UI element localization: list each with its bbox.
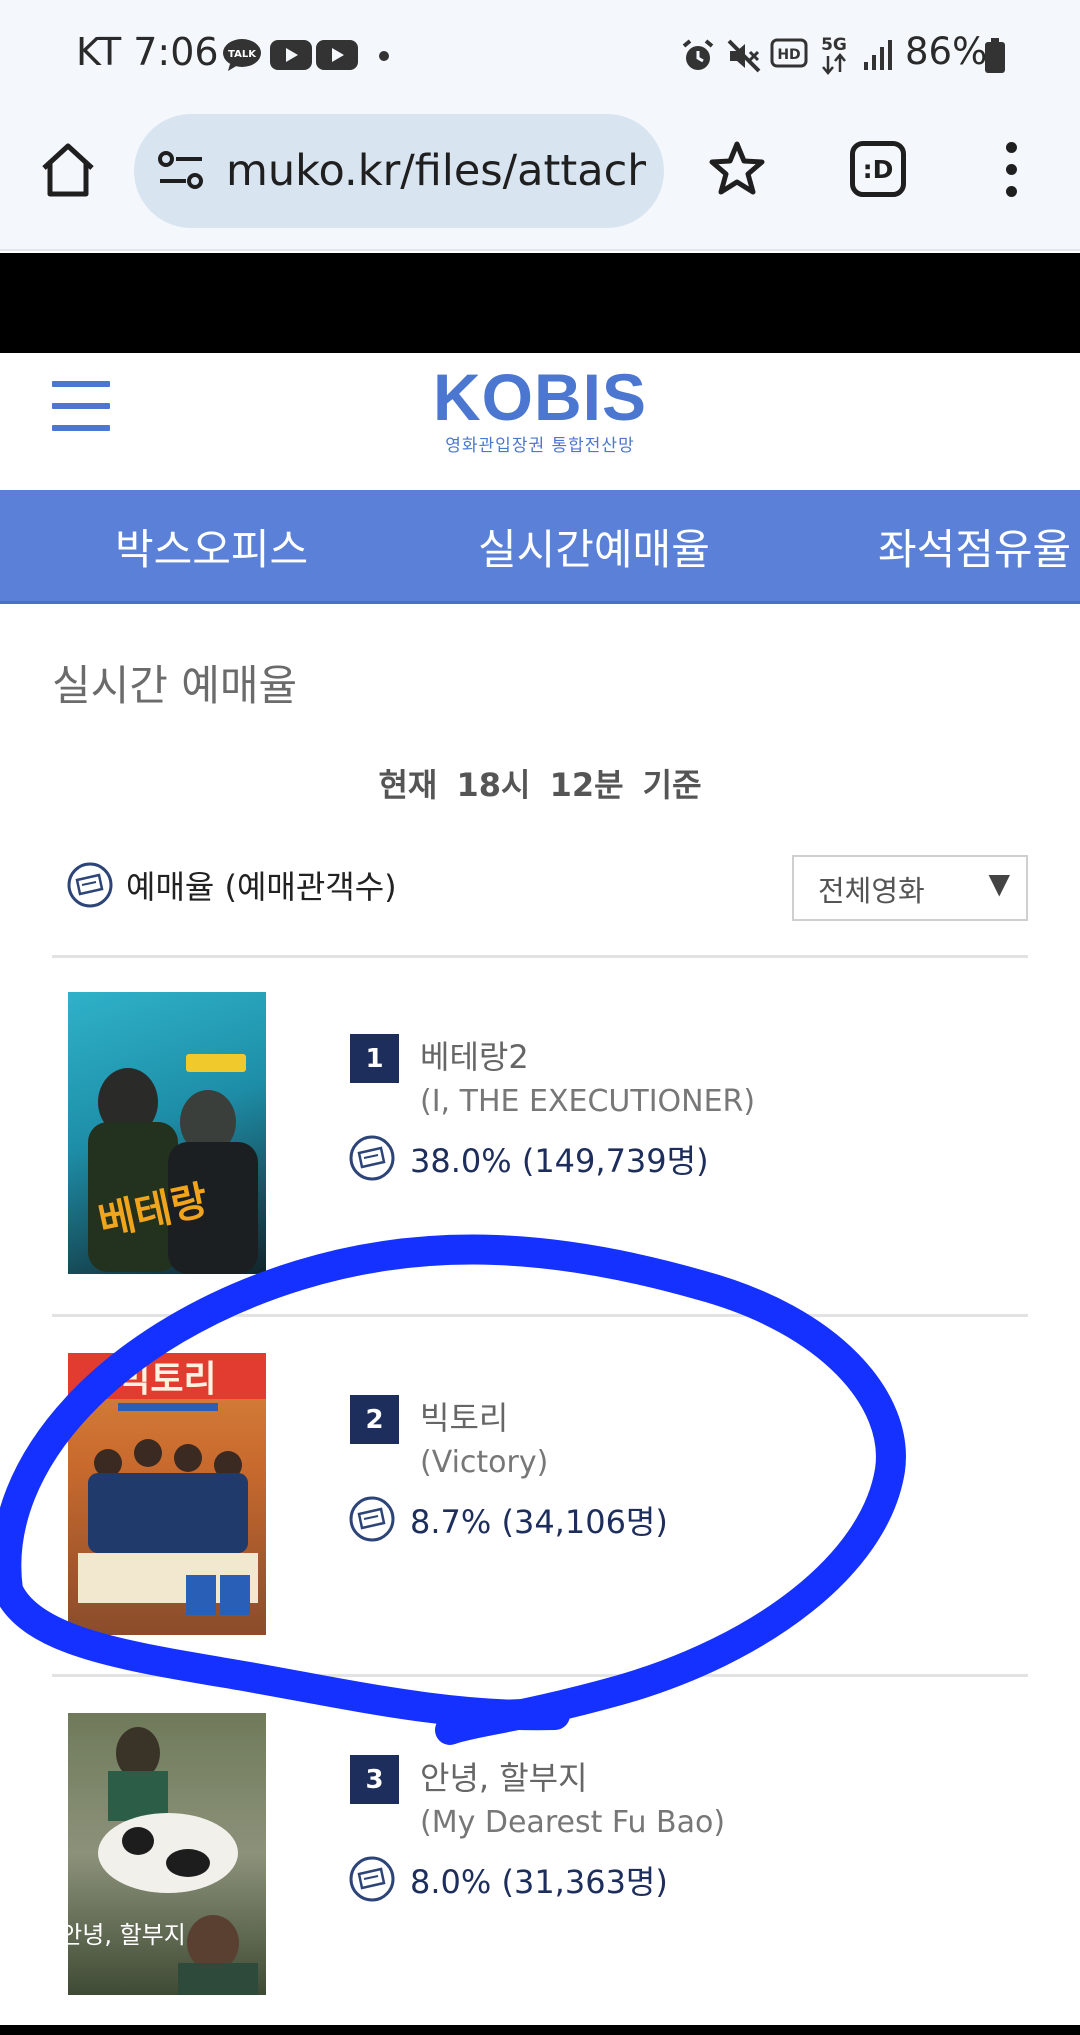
tab-switcher-button[interactable]: :D xyxy=(850,141,906,197)
more-notifications-dot-icon xyxy=(379,51,389,61)
battery-icon xyxy=(985,38,1005,73)
movie-poster-image[interactable]: 베테랑 xyxy=(68,992,266,1274)
rate-label: 예매율 (예매관객수) xyxy=(66,861,397,909)
movie-title[interactable]: 베테랑2 xyxy=(420,1032,529,1078)
poster-title-text: 안녕, 할부지 xyxy=(68,1921,186,1949)
bookmark-star-icon[interactable] xyxy=(708,140,766,198)
mute-icon xyxy=(727,39,761,73)
ticket-icon xyxy=(349,1496,395,1542)
nav-item-seat-occupancy[interactable]: 좌석점유율 xyxy=(878,516,1071,577)
reference-time: 현재 18시 12분 기준 xyxy=(378,766,702,804)
ticket-icon xyxy=(67,862,113,908)
rank-badge: 1 xyxy=(350,1034,399,1083)
nav-item-boxoffice[interactable]: 박스오피스 xyxy=(115,516,308,577)
divider xyxy=(52,1674,1028,1677)
status-bar: KT 7:06 TALK HD 5G 86% xyxy=(0,0,1080,108)
movie-english-title: (My Dearest Fu Bao) xyxy=(420,1805,726,1840)
movie-row[interactable]: 안녕, 할부지 3 안녕, 할부지 (My Dearest Fu Bao) 8.… xyxy=(52,1707,1028,2027)
hd-voice-icon: HD xyxy=(770,38,808,68)
rate-label-text: 예매율 (예매관객수) xyxy=(126,868,397,906)
svg-text:5G: 5G xyxy=(821,35,847,55)
youtube-notification-icon-2 xyxy=(316,40,358,70)
ticket-icon xyxy=(349,1135,395,1181)
movie-filter-select[interactable]: 전체영화 ▼ xyxy=(792,855,1028,921)
site-settings-icon[interactable] xyxy=(158,151,204,191)
reservation-rate: 8.7% (34,106명) xyxy=(410,1503,668,1541)
bottom-bar xyxy=(0,2025,1080,2035)
black-banner xyxy=(0,253,1080,353)
youtube-notification-icon xyxy=(270,40,312,70)
filter-value: 전체영화 xyxy=(818,874,925,908)
site-logo-subtitle: 영화관입장권 통합전산망 xyxy=(445,436,635,456)
reservation-rate: 38.0% (149,739명) xyxy=(410,1142,709,1180)
movie-row[interactable]: 베테랑 1 베테랑2 (I, THE EXECUTIONER) 38.0% (1… xyxy=(52,986,1028,1306)
address-bar[interactable]: muko.kr/files/attach/i xyxy=(134,114,664,228)
reservation-rate: 8.0% (31,363명) xyxy=(410,1863,668,1901)
page-title: 실시간 예매율 xyxy=(52,661,298,710)
movie-row[interactable]: 빅토리 2 빅토리 (Victory) 8.7% (34,106명) xyxy=(52,1347,1028,1667)
browser-toolbar: muko.kr/files/attach/i :D xyxy=(0,108,1080,251)
battery-percent: 86% xyxy=(905,30,988,73)
movie-title[interactable]: 안녕, 할부지 xyxy=(420,1753,588,1799)
rank-badge: 3 xyxy=(350,1755,399,1804)
site-logo[interactable]: KOBIS xyxy=(0,359,1080,435)
site-header: KOBIS 영화관입장권 통합전산망 xyxy=(0,353,1080,490)
talk-notification-icon: TALK xyxy=(223,39,261,71)
svg-text:TALK: TALK xyxy=(228,49,257,60)
url-text[interactable]: muko.kr/files/attach/i xyxy=(226,146,646,196)
main-nav: 박스오피스 실시간예매율 좌석점유율 xyxy=(0,490,1080,604)
rank-badge: 2 xyxy=(350,1395,399,1444)
divider xyxy=(52,1314,1028,1317)
alarm-icon xyxy=(682,39,714,70)
5g-icon: 5G xyxy=(821,35,847,75)
movie-english-title: (I, THE EXECUTIONER) xyxy=(420,1084,756,1119)
movie-poster-image[interactable]: 빅토리 xyxy=(68,1353,266,1635)
svg-text:HD: HD xyxy=(777,47,800,63)
more-menu-icon[interactable] xyxy=(996,142,1026,198)
poster-title-text: 빅토리 xyxy=(117,1359,216,1400)
nav-item-realtime-reservation[interactable]: 실시간예매율 xyxy=(478,516,710,577)
signal-icon xyxy=(864,40,892,70)
ticket-icon xyxy=(349,1856,395,1902)
home-icon[interactable] xyxy=(36,138,100,202)
movie-poster-image[interactable]: 안녕, 할부지 xyxy=(68,1713,266,1995)
movie-english-title: (Victory) xyxy=(420,1445,549,1480)
divider xyxy=(52,955,1028,958)
carrier-time: KT 7:06 xyxy=(76,30,219,74)
dropdown-arrow-icon: ▼ xyxy=(988,867,1010,900)
movie-title[interactable]: 빅토리 xyxy=(420,1393,508,1439)
